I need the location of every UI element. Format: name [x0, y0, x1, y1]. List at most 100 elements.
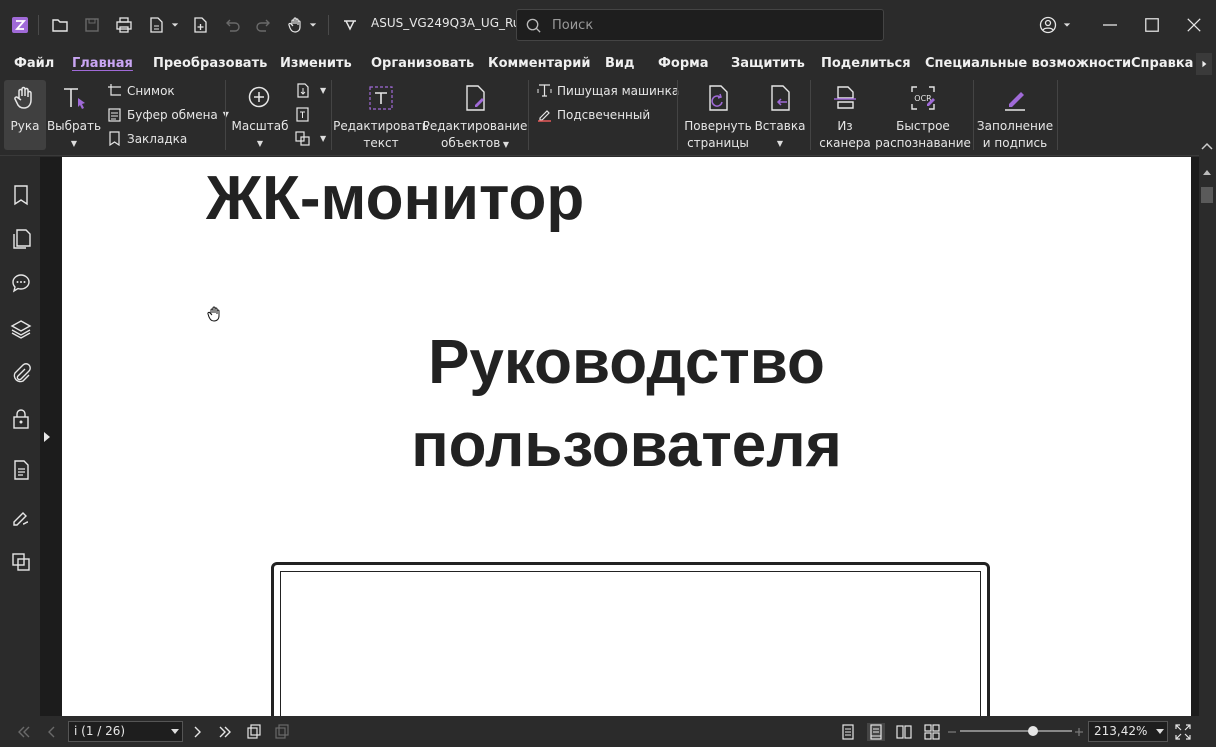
maximize-icon[interactable] [1140, 13, 1164, 37]
insert-chevron-down-icon[interactable]: ▼ [777, 135, 783, 152]
print-icon[interactable] [112, 13, 136, 37]
customize-toolbar-icon[interactable] [338, 13, 362, 37]
create-pdf-icon[interactable] [144, 13, 168, 37]
hand-tool-label: Рука [10, 119, 40, 133]
select-chevron-down-icon[interactable]: ▼ [71, 135, 77, 152]
hand-tool-icon[interactable] [284, 13, 308, 37]
search-input[interactable]: Поиск [516, 9, 884, 41]
fit-chevron-down-icon[interactable]: ▼ [320, 86, 326, 95]
page-fit-button[interactable]: ▼ [295, 83, 326, 98]
facing-view-icon[interactable] [895, 723, 913, 741]
document-viewport[interactable]: ЖК-монитор Руководство пользователя [54, 157, 1199, 716]
fill-sign-button[interactable]: Заполнение и подпись [977, 84, 1053, 152]
save-icon[interactable] [80, 13, 104, 37]
menu-view[interactable]: Вид [605, 56, 635, 71]
typewriter-button[interactable]: Пишущая машинка [537, 83, 679, 98]
scrollbar-thumb[interactable] [1201, 187, 1213, 203]
next-view-icon[interactable] [273, 723, 291, 741]
separator [528, 80, 529, 150]
page-number-input[interactable]: i (1 / 26) [68, 721, 183, 742]
single-page-view-icon[interactable] [839, 723, 857, 741]
edit-objects-button[interactable]: Редактирование объектов ▼ [423, 84, 527, 153]
highlight-button[interactable]: Подсвеченный [537, 107, 650, 122]
attachments-panel-icon[interactable] [10, 363, 32, 385]
edit-text-label-1: Редактировать [333, 119, 429, 133]
edit-text-button[interactable]: Редактировать текст [333, 84, 429, 152]
next-page-icon[interactable] [188, 723, 206, 741]
zoom-slider-knob[interactable] [1027, 726, 1038, 736]
pdf-page: ЖК-монитор Руководство пользователя [62, 157, 1191, 716]
separator [677, 80, 678, 150]
title-bar: ASUS_VG249Q3A_UG_Rus... Поиск [0, 0, 1216, 50]
zoom-level-input[interactable]: 213,42% [1088, 721, 1168, 742]
menu-protect[interactable]: Защитить [731, 56, 805, 71]
collapse-ribbon-chevron-up-icon[interactable] [1199, 141, 1215, 153]
text-fit-button[interactable] [295, 107, 315, 122]
zoom-in-small-icon[interactable] [1070, 723, 1088, 741]
bookmarks-panel-icon[interactable] [10, 184, 32, 206]
menu-home[interactable]: Главная [72, 56, 133, 71]
select-tool-button[interactable]: Выбрать ▼ [47, 84, 101, 152]
reflow-chevron-down-icon[interactable]: ▼ [320, 134, 326, 143]
zoom-button[interactable]: Масштаб ▼ [231, 84, 289, 152]
menu-file[interactable]: Файл [14, 56, 54, 71]
open-folder-icon[interactable] [48, 13, 72, 37]
layers-panel-icon[interactable] [10, 318, 32, 340]
close-icon[interactable] [1182, 13, 1206, 37]
typewriter-icon [537, 84, 552, 97]
menu-help[interactable]: Справка [1131, 56, 1193, 71]
zoom-chevron-down-icon[interactable]: ▼ [257, 135, 263, 152]
page-chevron-down-icon[interactable] [171, 729, 179, 734]
menu-form[interactable]: Форма [658, 56, 709, 71]
menu-scroll-right-button[interactable] [1196, 53, 1212, 75]
new-document-icon[interactable] [188, 13, 212, 37]
fullscreen-icon[interactable] [1174, 723, 1192, 741]
comments-panel-icon[interactable] [10, 272, 32, 294]
account-icon[interactable] [1036, 13, 1060, 37]
undo-icon[interactable] [220, 13, 244, 37]
zoom-slider-track[interactable] [960, 730, 1072, 732]
content-panel-icon[interactable] [10, 551, 32, 573]
page-subtitle-line-1: Руководство [428, 328, 825, 397]
monitor-illustration [271, 562, 990, 716]
quick-ocr-button[interactable]: OCR Быстрое распознавание [875, 84, 971, 152]
minimize-icon[interactable] [1098, 13, 1122, 37]
bookmark-button[interactable]: Закладка [107, 131, 187, 146]
create-dropdown-chevron-down-icon[interactable] [168, 13, 182, 37]
vertical-scrollbar[interactable] [1199, 140, 1216, 716]
menu-convert[interactable]: Преобразовать [153, 56, 267, 71]
zoom-chevron-down-icon[interactable] [1156, 729, 1164, 734]
document-properties-icon[interactable] [10, 459, 32, 481]
menu-edit[interactable]: Изменить [280, 56, 352, 71]
expand-sidebar-chevron-right-icon[interactable] [44, 432, 50, 442]
previous-view-icon[interactable] [245, 723, 263, 741]
menu-comment[interactable]: Комментарий [488, 56, 590, 71]
insert-button[interactable]: Вставка ▼ [755, 84, 805, 152]
tool-dropdown-chevron-down-icon[interactable] [306, 13, 320, 37]
clipboard-button[interactable]: Буфер обмена ▼ [107, 107, 229, 122]
zoom-out-icon[interactable] [943, 723, 961, 741]
signature-panel-icon[interactable] [10, 506, 32, 528]
rotate-page-icon [709, 85, 728, 111]
pdf-editor-window: ASUS_VG249Q3A_UG_Rus... Поиск Файл Главн… [0, 0, 1216, 747]
continuous-facing-view-icon[interactable] [923, 723, 941, 741]
menu-organize[interactable]: Организовать [371, 56, 474, 71]
scroll-up-arrow-icon[interactable] [1203, 170, 1211, 175]
separator [328, 15, 329, 35]
pages-panel-icon[interactable] [10, 228, 32, 250]
first-page-icon[interactable] [15, 723, 33, 741]
snapshot-button[interactable]: Снимок [107, 83, 175, 98]
previous-page-icon[interactable] [43, 723, 61, 741]
security-lock-icon[interactable] [10, 408, 32, 430]
reflow-button[interactable]: ▼ [295, 131, 326, 146]
redo-icon[interactable] [252, 13, 276, 37]
menu-share[interactable]: Поделиться [821, 56, 911, 71]
continuous-view-icon[interactable] [867, 723, 885, 741]
app-logo-icon[interactable] [8, 13, 32, 37]
hand-tool-button[interactable]: Рука [4, 80, 46, 150]
search-placeholder: Поиск [552, 18, 594, 33]
last-page-icon[interactable] [216, 723, 234, 741]
ocr-label-1: Быстрое [896, 119, 950, 133]
menu-accessibility[interactable]: Специальные возможности [925, 56, 1131, 71]
account-chevron-down-icon[interactable] [1060, 13, 1074, 37]
